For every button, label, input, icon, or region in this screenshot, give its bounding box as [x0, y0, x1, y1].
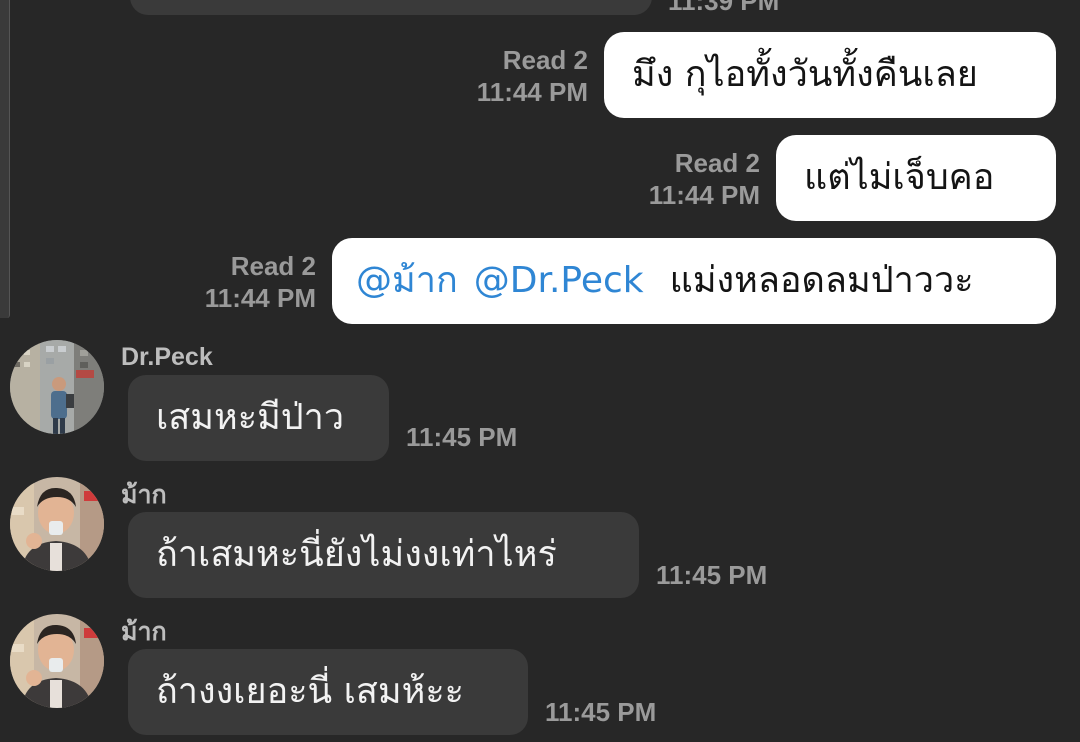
message-time: 11:44 PM: [204, 283, 316, 313]
outgoing-message-bubble[interactable]: แต่ไม่เจ็บคอ: [776, 135, 1056, 221]
outgoing-message-bubble[interactable]: @ม้าก @Dr.Peck แม่งหลอดลมป่าววะ: [332, 238, 1056, 324]
message-text: แม่งหลอดลมป่าววะ: [669, 260, 974, 301]
incoming-message-bubble[interactable]: ถ้าเสมหะนี่ยังไม่งงเท่าไหร่: [128, 512, 639, 598]
outgoing-message-bubble[interactable]: มึง กุไอทั้งวันทั้งคืนเลย: [604, 32, 1056, 118]
avatar-photo-icon: [10, 614, 104, 708]
mention-drpeck[interactable]: @Dr.Peck: [474, 261, 644, 301]
message-time: 11:45 PM: [406, 422, 518, 452]
incoming-message-bubble[interactable]: เสมหะมีป่าว: [128, 375, 389, 461]
read-receipt: Read 2: [230, 251, 316, 281]
read-receipt: Read 2: [674, 148, 760, 178]
avatar-photo-icon: [10, 477, 104, 571]
avatar-mak[interactable]: [10, 477, 104, 571]
chat-view[interactable]: 11:39 PM Read 2 11:44 PM มึง กุไอทั้งวัน…: [0, 0, 1080, 742]
message-time: 11:44 PM: [648, 180, 760, 210]
mention-mak[interactable]: @ม้าก: [356, 261, 458, 301]
previous-message-bubble[interactable]: [130, 0, 652, 15]
scrollbar[interactable]: [0, 0, 10, 318]
read-receipt: Read 2: [502, 45, 588, 75]
message-meta: Read 2 11:44 PM: [168, 250, 316, 314]
message-text: เสมหะมีป่าว: [156, 397, 345, 438]
sender-name: ม้าก: [121, 618, 167, 646]
sender-name: ม้าก: [121, 481, 167, 509]
message-meta: Read 2 11:44 PM: [612, 147, 760, 211]
avatar-photo-icon: [10, 340, 104, 434]
message-text: ถ้างงเยอะนี่ เสมห้ะะ: [156, 671, 464, 712]
message-time: 11:44 PM: [476, 77, 588, 107]
message-text: มึง กุไอทั้งวันทั้งคืนเลย: [632, 54, 978, 95]
avatar-drpeck[interactable]: [10, 340, 104, 434]
avatar-mak[interactable]: [10, 614, 104, 708]
message-text: แต่ไม่เจ็บคอ: [804, 157, 995, 198]
incoming-message-bubble[interactable]: ถ้างงเยอะนี่ เสมห้ะะ: [128, 649, 528, 735]
message-time: 11:45 PM: [656, 560, 768, 590]
message-meta: Read 2 11:44 PM: [440, 44, 588, 108]
message-text: ถ้าเสมหะนี่ยังไม่งงเท่าไหร่: [156, 534, 557, 575]
sender-name: Dr.Peck: [121, 343, 213, 371]
previous-message-time: 11:39 PM: [668, 0, 780, 16]
message-time: 11:45 PM: [545, 697, 657, 727]
